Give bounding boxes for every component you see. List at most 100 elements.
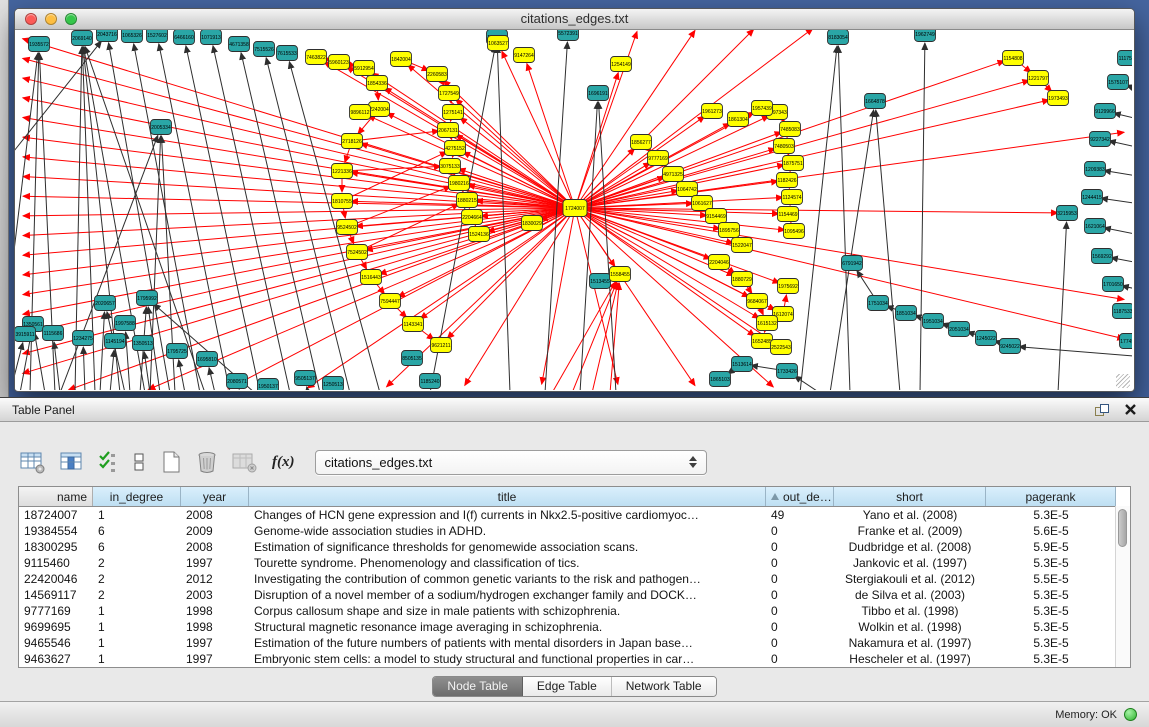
- column-chooser-icon[interactable]: [60, 450, 84, 474]
- graph-node[interactable]: 1513455: [590, 274, 611, 289]
- graph-edge[interactable]: [209, 368, 215, 390]
- table-cell[interactable]: 2012: [181, 571, 249, 587]
- table-cell[interactable]: 5.3E-5: [986, 507, 1116, 523]
- table-cell[interactable]: 1998: [181, 603, 249, 619]
- table-cell[interactable]: 1: [93, 635, 181, 651]
- graph-node[interactable]: 5960123: [329, 55, 350, 70]
- graph-node[interactable]: 6791942: [842, 256, 863, 271]
- table-cell[interactable]: 1: [93, 619, 181, 635]
- graph-node[interactable]: 1652485: [752, 334, 773, 349]
- graph-node[interactable]: 9684067: [747, 294, 768, 309]
- graph-node[interactable]: 1154469: [778, 207, 799, 222]
- delete-table-icon[interactable]: [196, 450, 218, 474]
- tab-node-table[interactable]: Node Table: [433, 677, 523, 696]
- table-cell[interactable]: 1997: [181, 635, 249, 651]
- graph-edge[interactable]: [575, 208, 1124, 300]
- graph-edge[interactable]: [23, 177, 575, 208]
- table-cell[interactable]: Jankovic et al. (1997): [834, 555, 986, 571]
- zoom-window-button[interactable]: [65, 13, 77, 25]
- graph-node[interactable]: 4275152: [445, 141, 466, 156]
- graph-node[interactable]: 2204046: [709, 255, 730, 270]
- graph-node[interactable]: 1774536: [1120, 334, 1133, 349]
- graph-node[interactable]: 9147264: [514, 48, 535, 63]
- table-row[interactable]: 969969511998Structural magnetic resonanc…: [19, 619, 1130, 635]
- table-cell[interactable]: 5.3E-5: [986, 651, 1116, 667]
- table-row[interactable]: 911546021997Tourette syndrome. Phenomeno…: [19, 555, 1130, 571]
- graph-edge[interactable]: [575, 208, 1124, 339]
- graph-node[interactable]: 2051034: [949, 322, 970, 337]
- table-row[interactable]: 1872400712008Changes of HCN gene express…: [19, 507, 1130, 523]
- graph-node[interactable]: 1733426: [777, 364, 798, 379]
- graph-edge[interactable]: [800, 46, 837, 390]
- graph-edge[interactable]: [186, 46, 260, 390]
- table-cell[interactable]: 0: [766, 635, 834, 651]
- graph-edge[interactable]: [838, 46, 850, 390]
- column-header-short[interactable]: short: [834, 487, 986, 506]
- graph-edge[interactable]: [580, 102, 597, 390]
- table-cell[interactable]: Dudbridge et al. (2008): [834, 539, 986, 555]
- graph-node[interactable]: 1851034: [896, 306, 917, 321]
- graph-node[interactable]: 1875751: [783, 156, 804, 171]
- table-cell[interactable]: 1: [93, 603, 181, 619]
- graph-node[interactable]: 1861304: [728, 112, 749, 127]
- graph-edge[interactable]: [575, 208, 775, 310]
- table-cell[interactable]: 2: [93, 571, 181, 587]
- table-cell[interactable]: 6: [93, 523, 181, 539]
- graph-edge[interactable]: [1109, 141, 1132, 151]
- column-header-name[interactable]: name: [19, 487, 93, 506]
- table-cell[interactable]: 0: [766, 539, 834, 555]
- graph-node[interactable]: 3075133: [440, 159, 461, 174]
- table-cell[interactable]: 2008: [181, 507, 249, 523]
- graph-node[interactable]: 1250513: [323, 377, 344, 391]
- table-cell[interactable]: Corpus callosum shape and size in male p…: [249, 603, 766, 619]
- graph-node[interactable]: 1569292: [1092, 249, 1113, 264]
- graph-node[interactable]: 1975692: [778, 279, 799, 294]
- table-cell[interactable]: 19384554: [19, 523, 93, 539]
- graph-node[interactable]: 1115686: [43, 326, 64, 341]
- graph-node[interactable]: 1615132: [757, 316, 778, 331]
- graph-edge[interactable]: [1104, 170, 1132, 179]
- table-cell[interactable]: Genome-wide association studies in ADHD.: [249, 523, 766, 539]
- graph-node[interactable]: 1234275: [73, 331, 94, 346]
- table-cell[interactable]: Tourette syndrome. Phenomenology and cla…: [249, 555, 766, 571]
- table-cell[interactable]: 14569117: [19, 587, 93, 603]
- citation-network-graph[interactable]: 1935572206914020437161065326152760264661…: [15, 30, 1132, 390]
- table-cell[interactable]: Wolkin et al. (1998): [834, 619, 986, 635]
- graph-hub-node[interactable]: 1724007: [563, 200, 587, 217]
- table-row[interactable]: 1938455462009Genome-wide association stu…: [19, 523, 1130, 539]
- table-cell[interactable]: 5.3E-5: [986, 635, 1116, 651]
- graph-node[interactable]: 1621064: [1085, 219, 1106, 234]
- graph-node[interactable]: 1095496: [784, 224, 805, 239]
- table-row[interactable]: 1456911722003Disruption of a novel membe…: [19, 587, 1130, 603]
- table-cell[interactable]: 5.3E-5: [986, 587, 1116, 603]
- graph-edge[interactable]: [1111, 258, 1132, 266]
- graph-node[interactable]: 8183054: [828, 30, 849, 45]
- graph-node[interactable]: 7485083: [780, 122, 801, 137]
- graph-node[interactable]: 1187533: [1113, 304, 1133, 319]
- graph-node[interactable]: 1895756: [719, 223, 740, 238]
- table-cell[interactable]: Structural magnetic resonance image aver…: [249, 619, 766, 635]
- graph-node[interactable]: 1973493: [1048, 91, 1069, 106]
- graph-node[interactable]: 1950137: [258, 379, 279, 391]
- graph-node[interactable]: 5912954: [354, 61, 375, 76]
- minimize-window-button[interactable]: [45, 13, 57, 25]
- graph-node[interactable]: 1143341: [403, 317, 424, 332]
- graph-edge[interactable]: [1058, 222, 1067, 390]
- close-window-button[interactable]: [25, 13, 37, 25]
- table-cell[interactable]: 1997: [181, 555, 249, 571]
- table-cell[interactable]: 1: [93, 651, 181, 667]
- select-rows-icon[interactable]: [98, 450, 118, 474]
- table-cell[interactable]: 5.5E-5: [986, 571, 1116, 587]
- table-cell[interactable]: 0: [766, 619, 834, 635]
- table-cell[interactable]: Embryonic stem cells: a model to study s…: [249, 651, 766, 667]
- table-row[interactable]: 946554611997Estimation of the future num…: [19, 635, 1130, 651]
- graph-node[interactable]: 9621211: [431, 338, 452, 353]
- graph-node[interactable]: 7594447: [380, 294, 401, 309]
- table-cell[interactable]: Hescheler et al. (1997): [834, 651, 986, 667]
- graph-node[interactable]: 1842004: [391, 52, 412, 67]
- table-cell[interactable]: 0: [766, 555, 834, 571]
- graph-node[interactable]: 1221797: [1028, 71, 1049, 86]
- table-cell[interactable]: Changes of HCN gene expression and I(f) …: [249, 507, 766, 523]
- graph-edge[interactable]: [347, 186, 451, 227]
- graph-node[interactable]: 2260583: [427, 67, 448, 82]
